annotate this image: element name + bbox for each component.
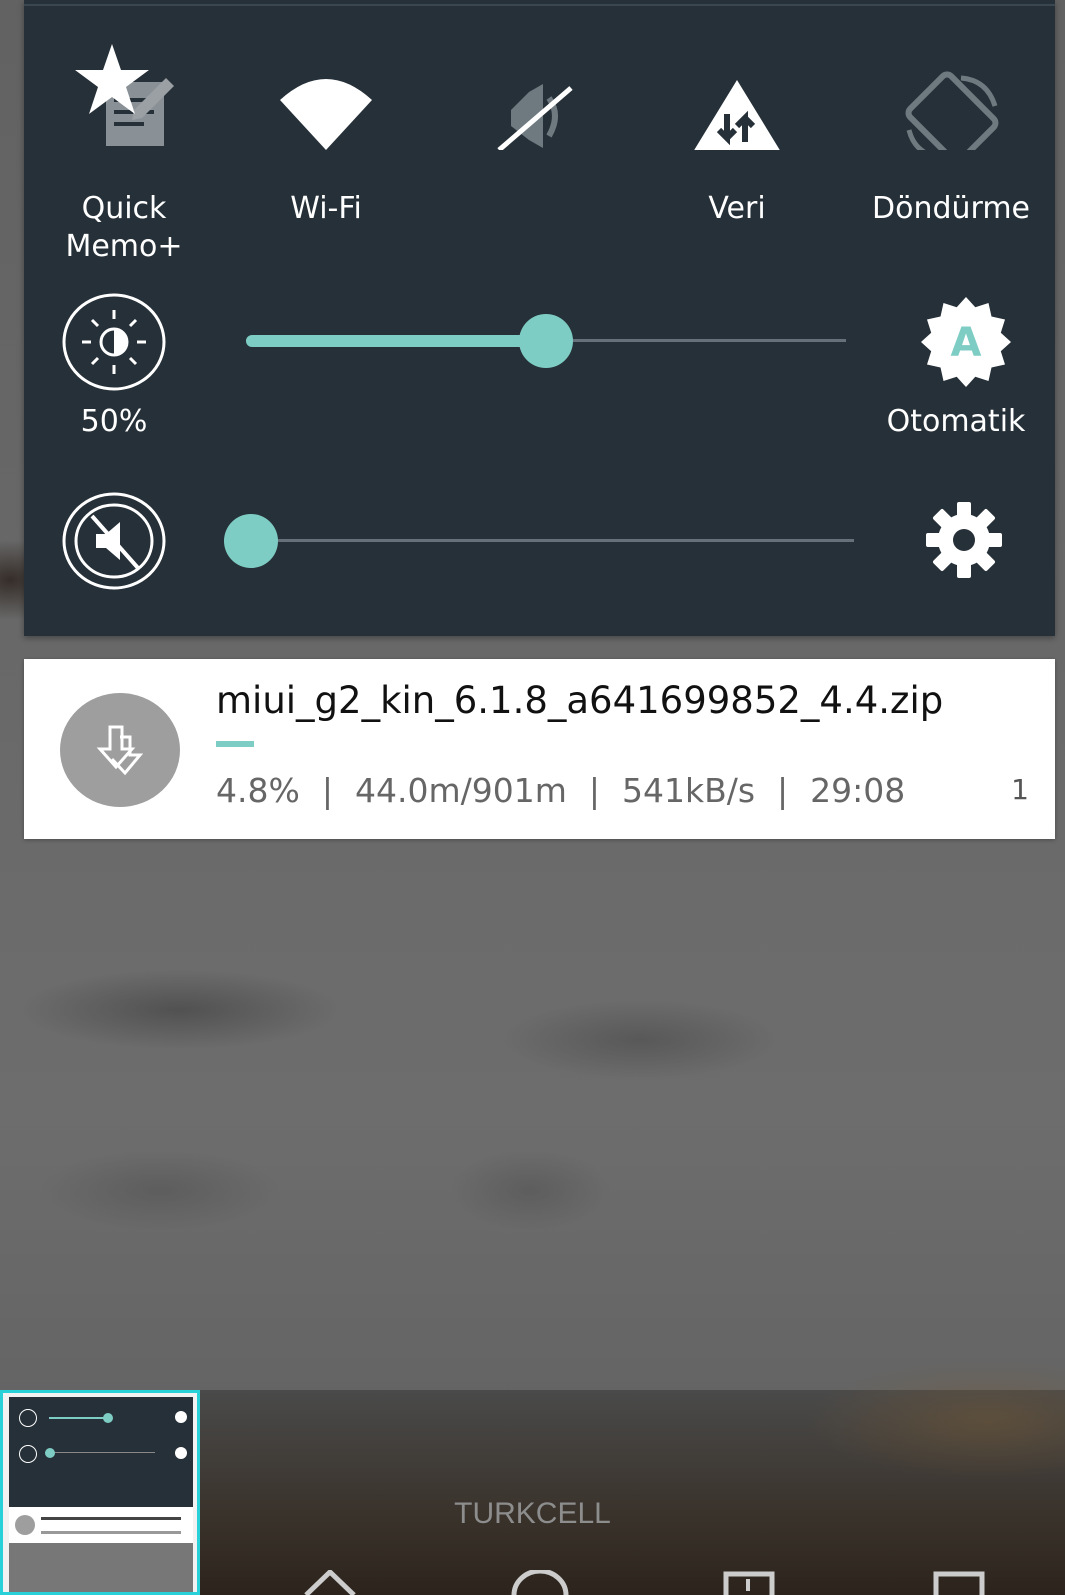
tile-rotation[interactable]: Döndürme	[856, 40, 1046, 280]
brightness-value: 50%	[80, 404, 148, 439]
download-progress-fill	[216, 741, 255, 747]
download-speed: 541kB/s	[621, 771, 756, 810]
download-notification[interactable]: miui_g2_kin_6.1.8_a641699852_4.4.zip 4.8…	[24, 659, 1055, 839]
home-nav-icon[interactable]	[510, 1570, 570, 1595]
thumbnail-panel	[9, 1397, 193, 1507]
volume-thumb[interactable]	[224, 514, 278, 568]
mobile-data-icon	[694, 80, 780, 150]
download-stats: 4.8% | 44.0m/901m | 541kB/s | 29:08	[216, 771, 905, 810]
wifi-icon	[280, 79, 372, 150]
tile-quick-memo[interactable]: Quick Memo+	[29, 40, 219, 280]
auto-brightness-label: Otomatik	[886, 404, 1026, 439]
settings-gear-icon[interactable]	[924, 500, 1004, 580]
download-progress-bar	[216, 741, 1016, 747]
tile-wifi-label: Wi-Fi	[290, 191, 362, 226]
tile-wifi[interactable]: Wi-Fi	[231, 40, 421, 280]
download-icon-circle	[60, 693, 180, 807]
thumbnail-notification	[9, 1507, 193, 1543]
stats-separator: |	[321, 771, 333, 810]
tile-label-line2: Memo+	[65, 229, 183, 264]
tile-data-label: Veri	[708, 191, 766, 226]
stats-separator: |	[777, 771, 789, 810]
tile-quick-memo-label: Quick Memo+	[29, 190, 219, 266]
auto-brightness-icon[interactable]: A	[920, 296, 1012, 388]
download-icon	[96, 725, 144, 776]
screenshot-thumbnail[interactable]	[0, 1390, 200, 1595]
download-percent: 4.8%	[216, 771, 300, 810]
download-time-remaining: 29:08	[810, 771, 906, 810]
stats-separator: |	[588, 771, 600, 810]
brightness-thumb[interactable]	[519, 314, 573, 368]
screen-rotation-icon	[905, 71, 999, 150]
thumbnail-background	[9, 1543, 193, 1592]
volume-track	[224, 539, 854, 542]
tile-label-line1: Quick	[81, 191, 167, 226]
mute-icon[interactable]	[62, 492, 166, 590]
back-nav-icon[interactable]	[300, 1570, 360, 1595]
download-filename: miui_g2_kin_6.1.8_a641699852_4.4.zip	[216, 679, 944, 722]
vibrate-off-icon	[497, 84, 573, 150]
tile-rotation-label: Döndürme	[871, 191, 1030, 226]
volume-slider[interactable]	[224, 514, 854, 568]
quick-settings-panel: Quick Memo+ Wi-Fi Veri Döndürme 50% A Ot…	[24, 0, 1055, 636]
brightness-slider[interactable]	[246, 314, 846, 368]
svg-text:A: A	[951, 320, 982, 366]
quick-memo-icon	[75, 44, 174, 146]
tile-data[interactable]: Veri	[642, 40, 832, 280]
panel-divider	[24, 4, 1055, 6]
brightness-icon[interactable]	[62, 293, 166, 391]
download-size: 44.0m/901m	[354, 771, 567, 810]
screen-nav-icon[interactable]	[932, 1570, 988, 1595]
recent-apps-nav-icon[interactable]	[722, 1570, 778, 1595]
bottom-glow	[805, 1360, 1065, 1480]
notification-count: 1	[1011, 773, 1029, 806]
brightness-fill	[246, 335, 546, 347]
tile-sound[interactable]	[436, 40, 626, 280]
